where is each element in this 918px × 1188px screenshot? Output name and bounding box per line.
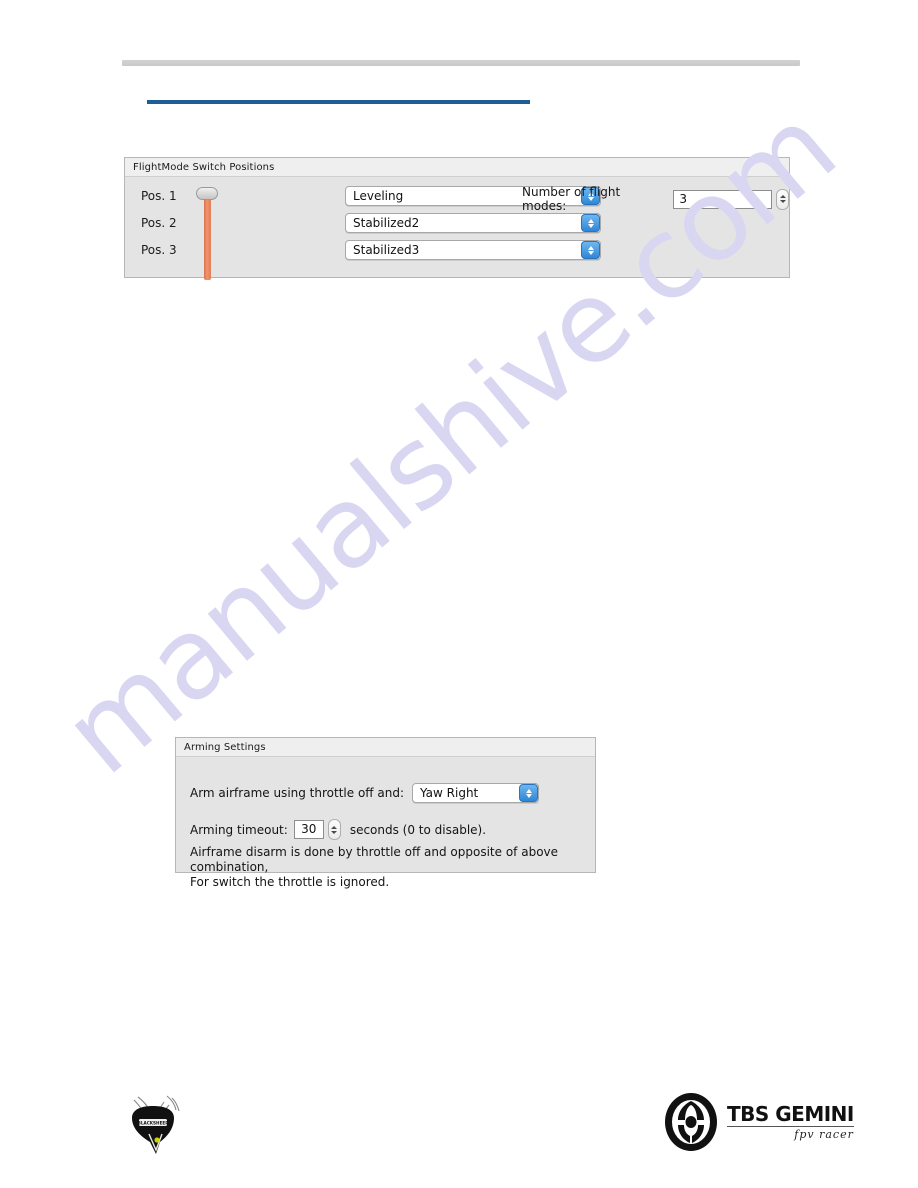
slider-thumb[interactable] [196,187,218,200]
arming-panel-body: Arm airframe using throttle off and: Yaw… [176,757,595,889]
chevron-down-icon [587,223,594,228]
number-of-flight-modes-stepper[interactable] [776,188,790,210]
chevron-updown-icon[interactable] [581,241,600,259]
flightmode-select-pos-3[interactable]: Stabilized3 [345,240,601,260]
sheep-head-shape [132,1106,174,1154]
stepper-down-icon[interactable] [331,830,338,834]
arming-panel-title: Arming Settings [176,738,595,757]
arming-timeout-stepper[interactable] [327,819,341,840]
tbs-gemini-logo: TBS GEMINI fpv racer [663,1092,854,1152]
flightmode-switch-positions-panel: FlightMode Switch Positions Pos. 1 Pos. … [124,157,790,280]
flightmode-panel-body: Pos. 1 Pos. 2 Pos. 3 Leveling Stabilized… [125,177,790,280]
chevron-updown-icon[interactable] [519,784,538,802]
number-of-flight-modes-label: Number of flight modes: [522,185,621,213]
tbs-gemini-wordmark: TBS GEMINI fpv racer [727,1104,854,1141]
chevron-up-icon [587,245,594,250]
arming-timeout-input[interactable]: 30 [293,820,324,839]
arm-airframe-select[interactable]: Yaw Right [412,783,539,803]
chevron-down-icon [525,793,532,798]
header-divider-rule [122,60,800,66]
arming-note: Airframe disarm is done by throttle off … [190,845,590,890]
stepper-up-icon[interactable] [331,825,338,829]
tbs-gemini-tagline: fpv racer [727,1125,854,1141]
arm-airframe-row: Arm airframe using throttle off and: Yaw… [190,783,539,803]
position-3-label: Pos. 3 [141,243,177,257]
svg-text:BLACKSHEEP: BLACKSHEEP [138,1121,169,1126]
position-2-label: Pos. 2 [141,216,177,230]
arming-timeout-suffix: seconds (0 to disable). [349,822,487,837]
page-footer: BLACKSHEEP TBS GEMINI fpv racer [0,1080,918,1170]
arming-note-line-1: Airframe disarm is done by throttle off … [190,845,559,874]
flightmode-position-slider[interactable] [195,185,219,280]
tbs-gemini-name: TBS GEMINI [727,1101,854,1126]
chevron-up-icon [587,218,594,223]
chevron-down-icon [587,250,594,255]
tbs-emblem-icon [665,1093,717,1151]
stepper-down-icon[interactable] [779,200,786,203]
number-of-flight-modes-row: Number of flight modes: 3 [522,185,790,213]
position-1-label: Pos. 1 [141,189,177,203]
flightmode-select-pos-2-value: Stabilized2 [353,216,420,230]
slider-track [204,193,211,280]
blacksheep-head-icon: BLACKSHEEP [132,1095,180,1154]
arming-timeout-row: Arming timeout: 30 seconds (0 to disable… [190,819,486,840]
arm-airframe-label: Arm airframe using throttle off and: [190,786,404,800]
flightmode-select-pos-3-value: Stabilized3 [353,243,420,257]
stepper-up-icon[interactable] [779,195,786,198]
chevron-updown-icon[interactable] [581,214,600,232]
arm-airframe-select-value: Yaw Right [420,786,479,800]
team-blacksheep-logo: BLACKSHEEP [120,1088,186,1163]
arming-settings-panel: Arming Settings Arm airframe using throt… [175,737,596,889]
flightmode-panel-title: FlightMode Switch Positions [125,158,789,177]
arming-timeout-label: Arming timeout: [190,822,288,837]
chevron-up-icon [525,788,532,793]
header-accent-rule [147,100,530,104]
number-of-flight-modes-input[interactable]: 3 [673,189,773,209]
flightmode-select-pos-2[interactable]: Stabilized2 [345,213,601,233]
arming-note-line-2: For switch the throttle is ignored. [190,875,390,889]
